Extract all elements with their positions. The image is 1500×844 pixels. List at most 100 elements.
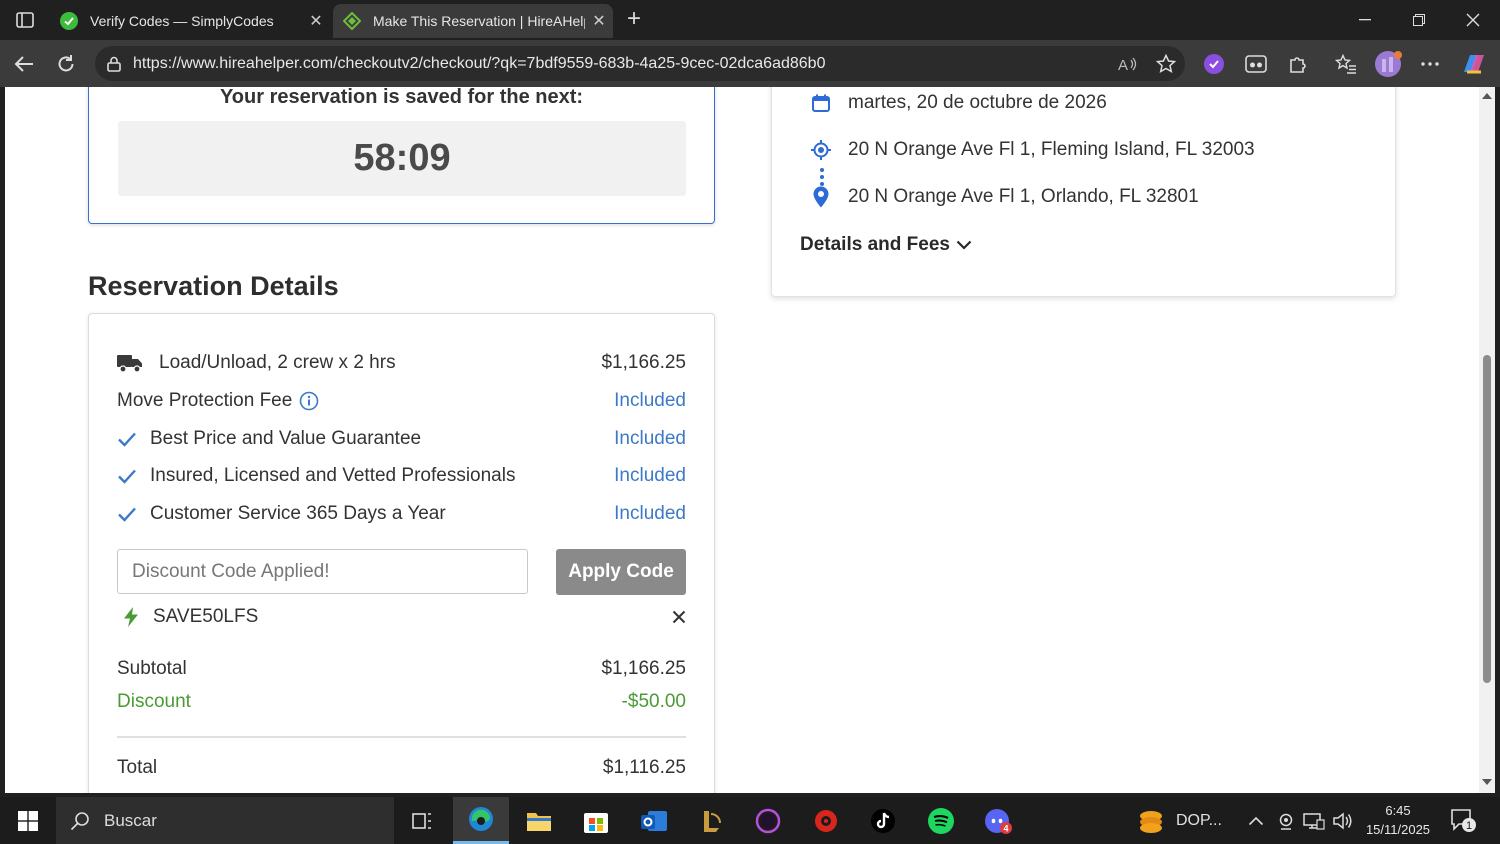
- read-aloud-icon[interactable]: A: [1109, 56, 1147, 72]
- taskbar-outlook[interactable]: [626, 797, 682, 844]
- taskbar-discord[interactable]: 4: [970, 797, 1026, 844]
- taskbar-spotify[interactable]: [913, 797, 969, 844]
- tab-hireahelper[interactable]: Make This Reservation | HireAHelper ✕: [333, 4, 613, 38]
- guarantee-value: Included: [614, 503, 686, 524]
- total-line: Total $1,116.25: [117, 757, 686, 779]
- discount-code-input[interactable]: [117, 549, 528, 594]
- more-options-button[interactable]: [1414, 48, 1446, 80]
- minimize-button[interactable]: [1338, 0, 1392, 40]
- total-divider: [117, 736, 686, 738]
- svg-text:A: A: [1118, 57, 1128, 72]
- store-icon: [584, 812, 608, 833]
- move-protection-label: Move Protection Fee: [117, 390, 293, 411]
- guarantee-line: Best Price and Value Guarantee Included: [117, 428, 686, 450]
- speaker-icon: [1333, 811, 1352, 830]
- url-text[interactable]: https://www.hireahelper.com/checkoutv2/c…: [133, 55, 1109, 73]
- move-date-row: martes, 20 de octubre de 2026: [808, 92, 1107, 114]
- origin-address: 20 N Orange Ave Fl 1, Fleming Island, FL…: [848, 139, 1255, 160]
- address-bar[interactable]: https://www.hireahelper.com/checkoutv2/c…: [95, 46, 1185, 81]
- circle-app-icon: [755, 808, 781, 833]
- service-label: Load/Unload, 2 crew x 2 hrs: [159, 352, 396, 373]
- guarantee-value: Included: [614, 428, 686, 449]
- move-route-card: martes, 20 de octubre de 2026 20 N Orang…: [771, 87, 1396, 297]
- windows-taskbar: Buscar 4 DOP... 6:45 15/11/2025 1: [0, 797, 1500, 844]
- move-date: martes, 20 de octubre de 2026: [848, 92, 1107, 113]
- applied-coupon: SAVE50LFS: [123, 606, 686, 628]
- destination-address: 20 N Orange Ave Fl 1, Orlando, FL 32801: [848, 186, 1199, 207]
- favorite-star-icon[interactable]: [1147, 53, 1185, 74]
- discord-icon: 4: [985, 808, 1012, 834]
- reservation-timer-card: Your reservation is saved for the next: …: [88, 87, 715, 224]
- tab-actions-button[interactable]: [8, 6, 42, 34]
- guarantee-label: Customer Service 365 Days a Year: [150, 503, 446, 524]
- tray-notification-app[interactable]: DOP...: [1136, 797, 1222, 844]
- refresh-icon: [58, 55, 74, 72]
- extension-button[interactable]: [1198, 48, 1230, 80]
- hireahelper-icon: [343, 12, 361, 30]
- tab-title: Verify Codes — SimplyCodes: [90, 13, 274, 29]
- details-and-fees-toggle[interactable]: Details and Fees: [800, 234, 972, 256]
- browser-toolbar: https://www.hireahelper.com/checkoutv2/c…: [0, 40, 1500, 87]
- volume-button[interactable]: [1332, 797, 1354, 844]
- extensions-button[interactable]: [1282, 48, 1314, 80]
- info-icon[interactable]: [299, 391, 319, 411]
- destination-row: 20 N Orange Ave Fl 1, Orlando, FL 32801: [808, 186, 1199, 208]
- close-tab-icon[interactable]: ✕: [302, 7, 330, 35]
- tiktok-icon: [871, 808, 895, 833]
- guarantee-label: Best Price and Value Guarantee: [150, 428, 422, 449]
- close-tab-icon[interactable]: ✕: [585, 7, 613, 35]
- network-icon: [1303, 812, 1325, 830]
- taskbar-search[interactable]: Buscar: [56, 797, 394, 844]
- scroll-down-arrow-icon[interactable]: [1482, 779, 1492, 785]
- new-tab-button[interactable]: +: [620, 6, 648, 34]
- total-value: $1,116.25: [602, 757, 686, 778]
- coupon-code: SAVE50LFS: [153, 606, 259, 627]
- scrollbar-thumb[interactable]: [1483, 355, 1491, 683]
- start-button[interactable]: [0, 797, 56, 844]
- favorites-list-icon: [1335, 54, 1356, 74]
- taskbar-file-explorer[interactable]: [511, 797, 567, 844]
- service-price: $1,166.25: [601, 352, 686, 373]
- map-pin-icon: [808, 186, 834, 208]
- remove-coupon-icon[interactable]: [660, 610, 686, 624]
- restore-icon: [1413, 14, 1425, 26]
- tab-actions-icon: [16, 12, 34, 28]
- network-button[interactable]: [1303, 797, 1325, 844]
- tab-simplycodes[interactable]: Verify Codes — SimplyCodes ✕: [50, 4, 330, 38]
- copilot-button[interactable]: [1458, 48, 1490, 80]
- taskbar-store[interactable]: [568, 797, 624, 844]
- tray-meet-button[interactable]: [1277, 797, 1295, 844]
- taskbar-edge[interactable]: [453, 797, 509, 844]
- system-clock[interactable]: 6:45 15/11/2025: [1360, 801, 1436, 839]
- notification-center-button[interactable]: 1: [1450, 797, 1478, 844]
- reservation-details-card: Load/Unload, 2 crew x 2 hrs $1,166.25 Mo…: [88, 313, 715, 793]
- lock-icon[interactable]: [95, 56, 133, 72]
- page-viewport: Your reservation is saved for the next: …: [5, 87, 1479, 793]
- taskbar-app[interactable]: [798, 797, 854, 844]
- notification-icon: 1: [1451, 808, 1476, 832]
- browser-tabstrip: Verify Codes — SimplyCodes ✕ Make This R…: [0, 0, 1500, 40]
- chevron-up-icon: [1248, 816, 1264, 825]
- edge-browser-icon: [469, 807, 493, 831]
- restore-button[interactable]: [1392, 0, 1446, 40]
- back-button[interactable]: [8, 48, 40, 80]
- favorites-button[interactable]: [1330, 48, 1362, 80]
- taskbar-league[interactable]: [683, 797, 739, 844]
- close-window-button[interactable]: [1446, 0, 1500, 40]
- taskbar-app[interactable]: [740, 797, 796, 844]
- coins-icon: [1140, 810, 1162, 833]
- scroll-up-arrow-icon[interactable]: [1482, 93, 1492, 99]
- close-icon: [1466, 13, 1480, 27]
- minimize-icon: [1359, 19, 1371, 21]
- taskbar-tiktok[interactable]: [855, 797, 911, 844]
- extension-button[interactable]: [1240, 48, 1272, 80]
- profile-button[interactable]: [1372, 48, 1404, 80]
- apply-code-button[interactable]: Apply Code: [556, 549, 686, 595]
- show-hidden-icons-button[interactable]: [1248, 797, 1264, 844]
- service-line: Load/Unload, 2 crew x 2 hrs $1,166.25: [117, 352, 686, 374]
- task-view-button[interactable]: [394, 797, 450, 844]
- lightning-bolt-icon: [123, 607, 143, 627]
- refresh-button[interactable]: [50, 48, 82, 80]
- page-scrollbar[interactable]: [1479, 87, 1495, 793]
- guarantee-line: Insured, Licensed and Vetted Professiona…: [117, 465, 686, 487]
